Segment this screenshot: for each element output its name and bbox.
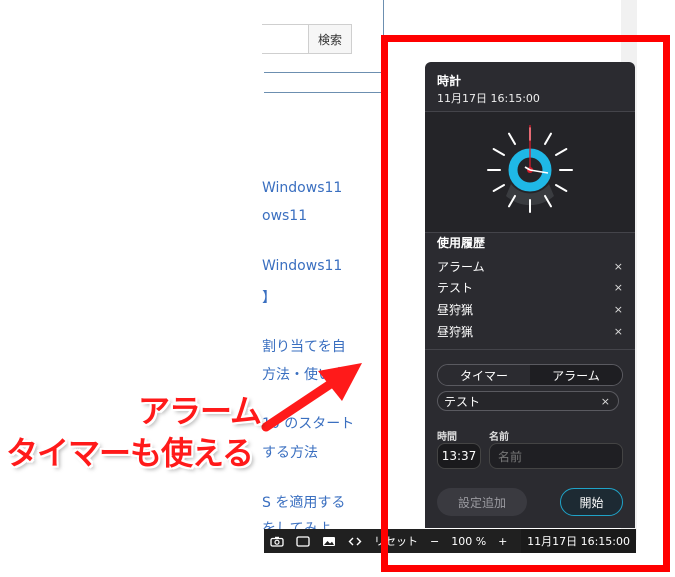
page-rule <box>264 72 382 73</box>
annotation-line-2: タイマーも使える <box>6 434 254 472</box>
image-icon[interactable] <box>316 529 342 553</box>
screenshot: 検索 Windows11 ows11 Windows11 】 割り当てを自 方法… <box>0 0 675 577</box>
article-link[interactable]: ows11 <box>262 208 307 224</box>
article-link[interactable]: 】 <box>262 287 276 307</box>
article-link[interactable]: Windows11 <box>262 180 342 196</box>
camera-icon[interactable] <box>264 529 290 553</box>
code-icon[interactable] <box>342 529 368 553</box>
article-link[interactable]: 割り当てを自 <box>262 336 346 356</box>
annotation-line-1: アラーム <box>138 392 262 430</box>
article-link[interactable]: S を適用する <box>262 492 345 512</box>
highlight-frame <box>381 35 670 572</box>
page-rule <box>264 92 382 93</box>
article-link[interactable]: Windows11 <box>262 258 342 274</box>
window-icon[interactable] <box>290 529 316 553</box>
article-link[interactable]: する方法 <box>262 442 318 462</box>
arrow-icon <box>261 363 362 432</box>
search-button[interactable]: 検索 <box>308 24 352 54</box>
